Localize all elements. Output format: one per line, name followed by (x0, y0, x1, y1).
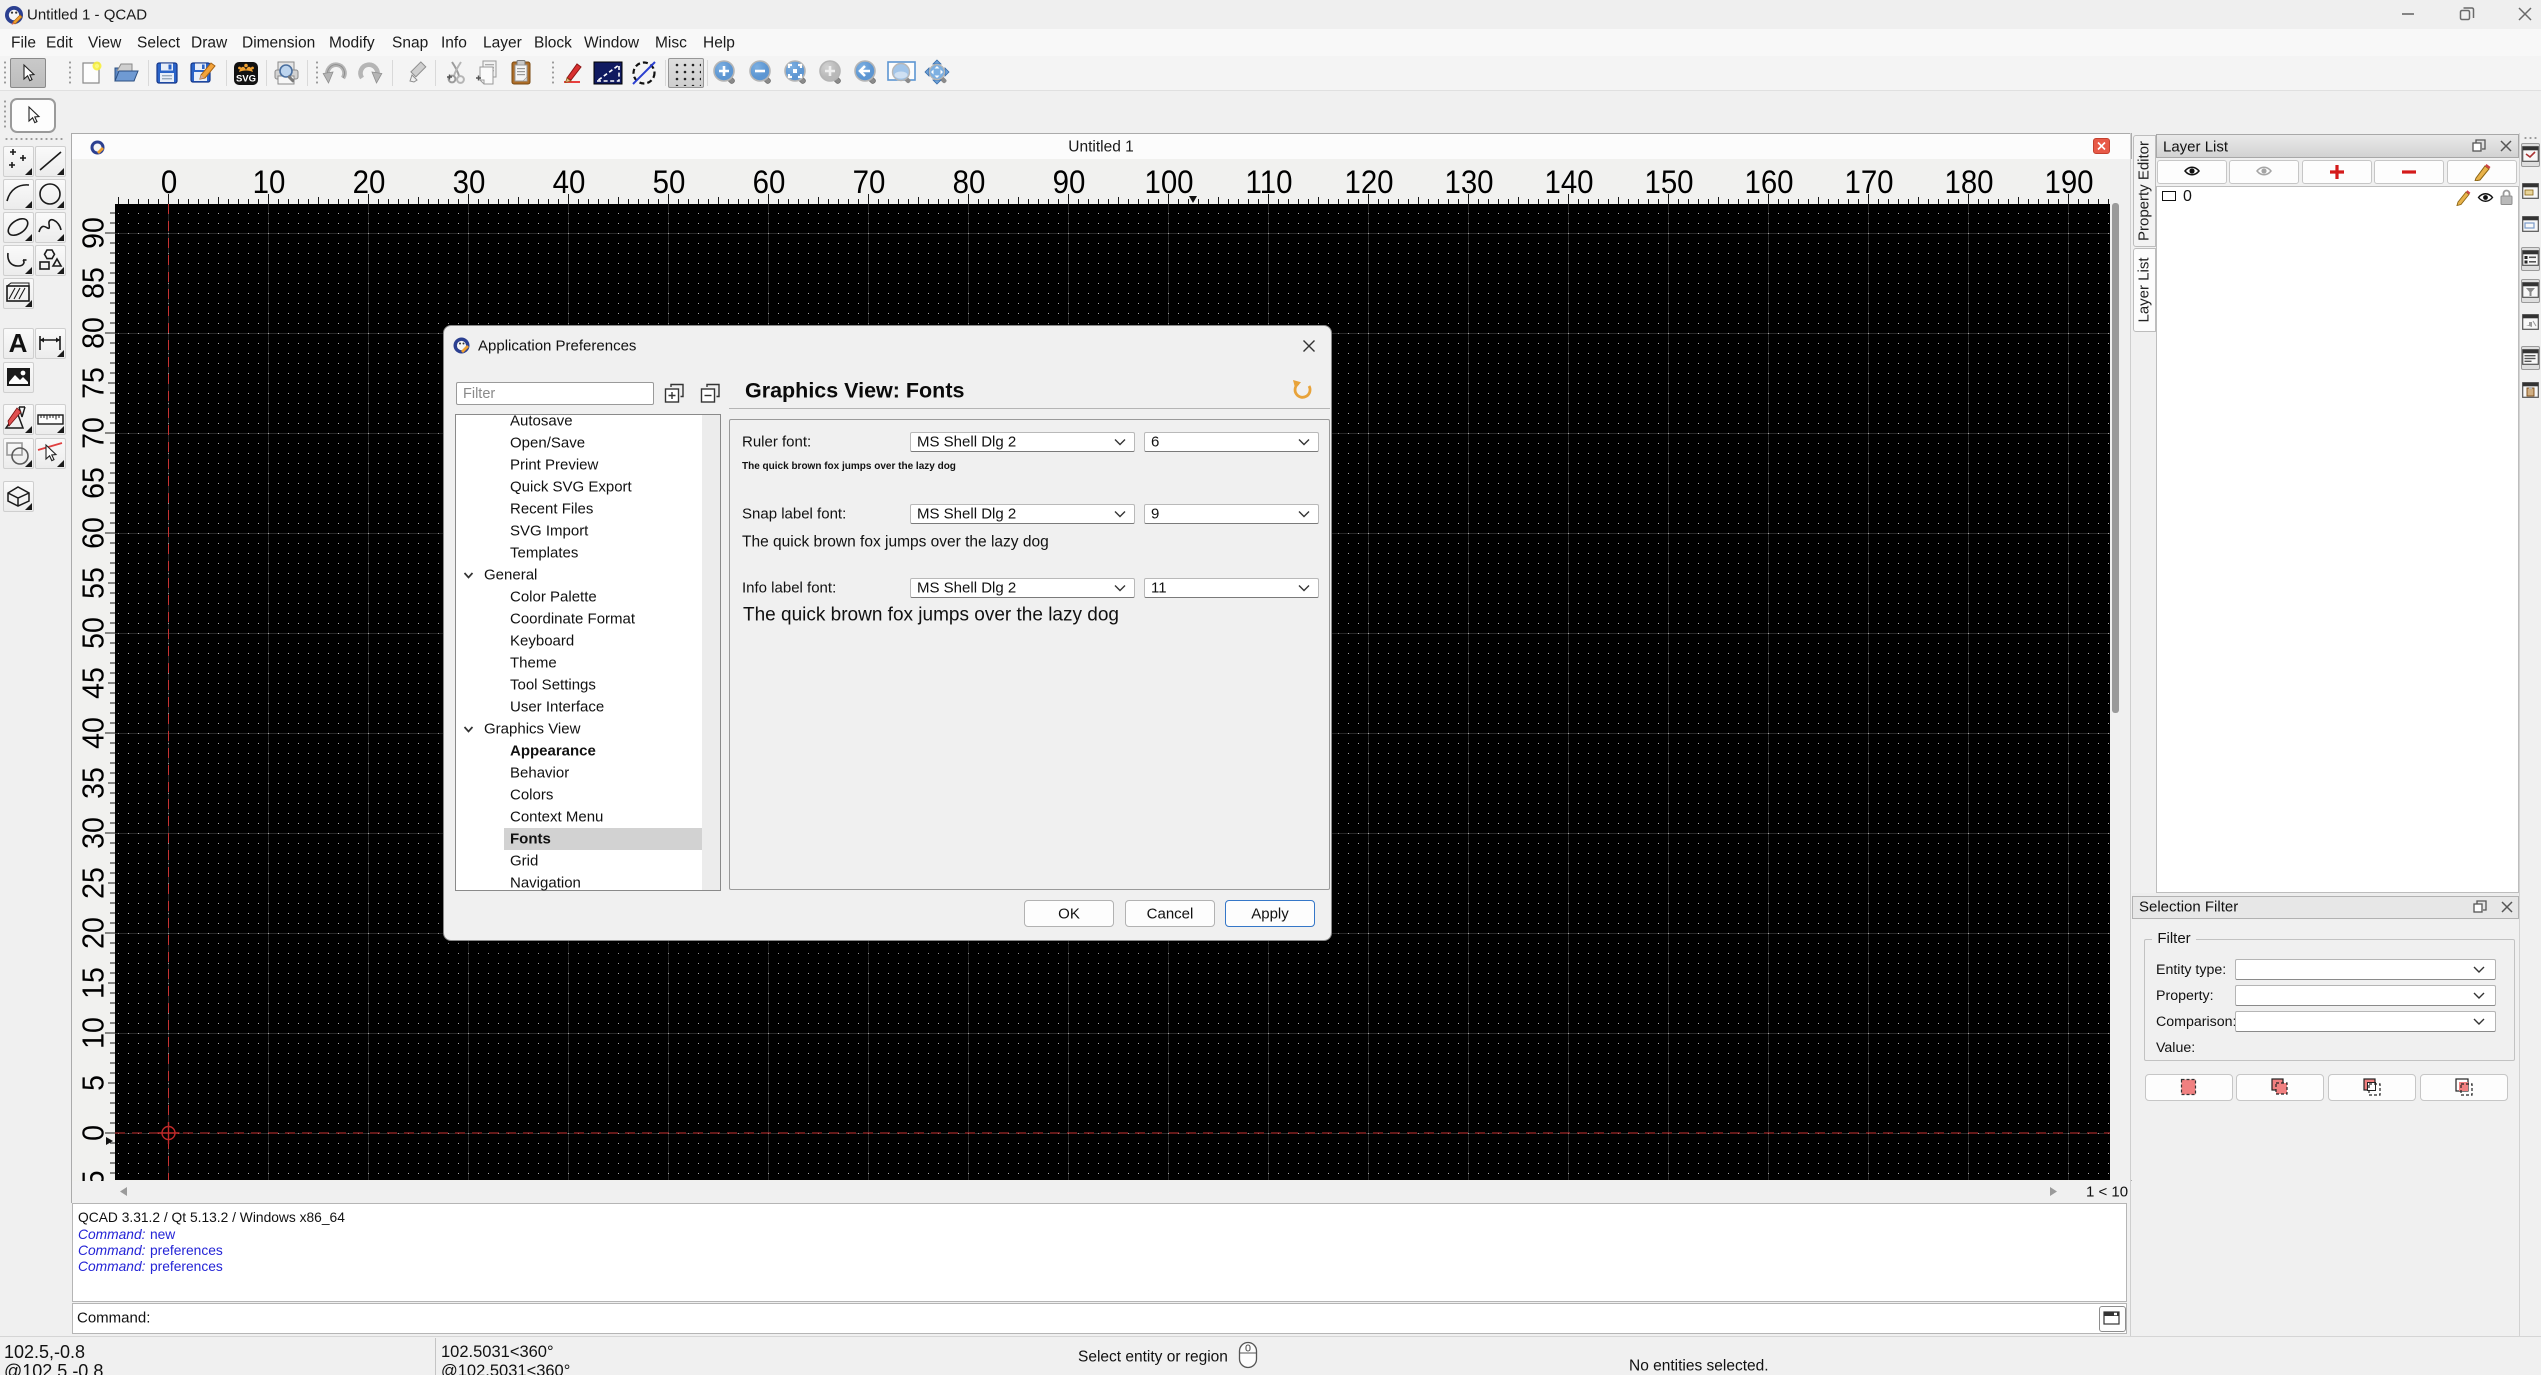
svg-text:A: A (9, 328, 28, 358)
svg-text:SVG: SVG (236, 74, 256, 85)
